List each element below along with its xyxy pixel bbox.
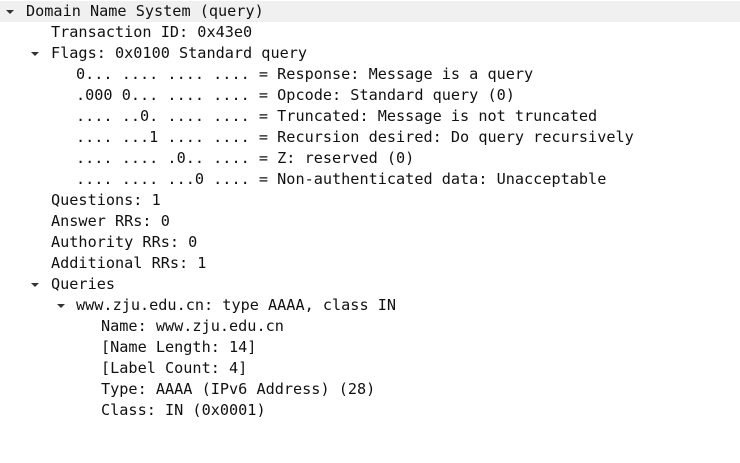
flag-non-auth-label: .... .... ...0 .... = Non-authenticated … bbox=[76, 170, 607, 188]
flag-truncated-label: .... ..0. .... .... = Truncated: Message… bbox=[76, 107, 598, 125]
chevron-down-icon[interactable] bbox=[29, 43, 41, 64]
questions-label: Questions: 1 bbox=[51, 191, 161, 209]
tree-row-query-type[interactable]: Type: AAAA (IPv6 Address) (28) bbox=[0, 379, 375, 400]
flags-label: Flags: 0x0100 Standard query bbox=[51, 44, 308, 62]
tree-row-authority-rrs[interactable]: Authority RRs: 0 bbox=[0, 232, 197, 253]
tree-row-answer-rrs[interactable]: Answer RRs: 0 bbox=[0, 211, 170, 232]
tree-row-query-name[interactable]: Name: www.zju.edu.cn bbox=[0, 316, 284, 337]
tree-row-dns[interactable]: Domain Name System (query) bbox=[0, 1, 740, 22]
tree-row-query-entry[interactable]: www.zju.edu.cn: type AAAA, class IN bbox=[0, 295, 396, 316]
query-label-count-label: [Label Count: 4] bbox=[101, 359, 248, 377]
tree-row-questions[interactable]: Questions: 1 bbox=[0, 190, 161, 211]
transaction-id-label: Transaction ID: 0x43e0 bbox=[51, 23, 253, 41]
flag-recursion-label: .... ...1 .... .... = Recursion desired:… bbox=[76, 128, 634, 146]
query-class-label: Class: IN (0x0001) bbox=[101, 401, 266, 419]
dns-label: Domain Name System (query) bbox=[26, 2, 264, 20]
tree-row-queries[interactable]: Queries bbox=[0, 274, 115, 295]
authority-rrs-label: Authority RRs: 0 bbox=[51, 233, 198, 251]
chevron-down-icon[interactable] bbox=[4, 1, 16, 22]
query-entry-label: www.zju.edu.cn: type AAAA, class IN bbox=[76, 296, 397, 314]
tree-row-flag-z[interactable]: .... .... .0.. .... = Z: reserved (0) bbox=[0, 148, 414, 169]
tree-row-flags[interactable]: Flags: 0x0100 Standard query bbox=[0, 43, 307, 64]
queries-label: Queries bbox=[51, 275, 116, 293]
additional-rrs-label: Additional RRs: 1 bbox=[51, 254, 207, 272]
tree-row-flag-opcode[interactable]: .000 0... .... .... = Opcode: Standard q… bbox=[0, 85, 515, 106]
query-name-length-label: [Name Length: 14] bbox=[101, 338, 257, 356]
tree-row-flag-recursion[interactable]: .... ...1 .... .... = Recursion desired:… bbox=[0, 127, 634, 148]
chevron-down-icon[interactable] bbox=[55, 295, 67, 316]
answer-rrs-label: Answer RRs: 0 bbox=[51, 212, 170, 230]
query-name-label: Name: www.zju.edu.cn bbox=[101, 317, 284, 335]
tree-row-query-class[interactable]: Class: IN (0x0001) bbox=[0, 400, 266, 421]
tree-row-query-label-count[interactable]: [Label Count: 4] bbox=[0, 358, 247, 379]
tree-row-flag-response[interactable]: 0... .... .... .... = Response: Message … bbox=[0, 64, 533, 85]
tree-row-query-name-length[interactable]: [Name Length: 14] bbox=[0, 337, 256, 358]
flag-z-label: .... .... .0.. .... = Z: reserved (0) bbox=[76, 149, 415, 167]
chevron-down-icon[interactable] bbox=[29, 274, 41, 295]
tree-row-additional-rrs[interactable]: Additional RRs: 1 bbox=[0, 253, 206, 274]
tree-row-flag-truncated[interactable]: .... ..0. .... .... = Truncated: Message… bbox=[0, 106, 597, 127]
query-type-label: Type: AAAA (IPv6 Address) (28) bbox=[101, 380, 376, 398]
tree-row-flag-non-auth[interactable]: .... .... ...0 .... = Non-authenticated … bbox=[0, 169, 606, 190]
tree-row-transaction-id[interactable]: Transaction ID: 0x43e0 bbox=[0, 22, 252, 43]
flag-response-label: 0... .... .... .... = Response: Message … bbox=[76, 65, 534, 83]
flag-opcode-label: .000 0... .... .... = Opcode: Standard q… bbox=[76, 86, 515, 104]
packet-details-tree: Domain Name System (query) Transaction I… bbox=[0, 0, 740, 423]
